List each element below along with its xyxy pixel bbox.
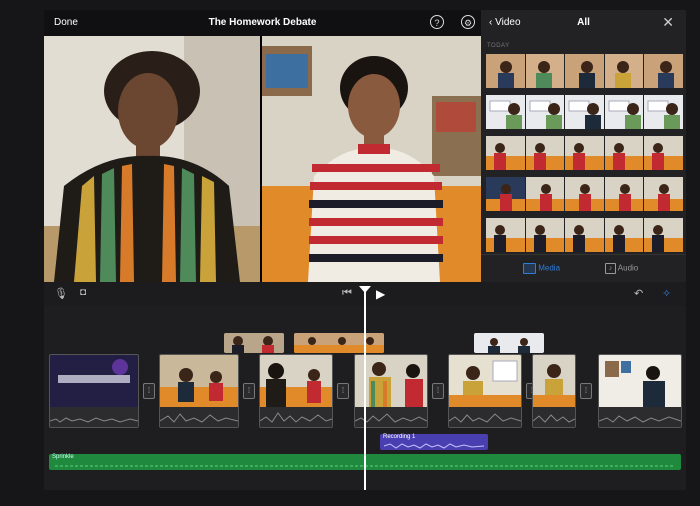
thumbnail-row[interactable]	[486, 177, 683, 211]
thumbnail[interactable]	[525, 218, 565, 252]
cutaway-clip[interactable]	[294, 333, 384, 353]
thumbnail[interactable]	[565, 95, 604, 129]
viewer-right-pane	[262, 36, 481, 282]
thumbnail[interactable]	[525, 136, 565, 170]
video-clip[interactable]	[448, 354, 522, 428]
thumbnail[interactable]	[604, 218, 644, 252]
transition-button[interactable]: ⁞	[143, 383, 155, 399]
video-clip[interactable]	[259, 354, 333, 428]
thumbnail[interactable]	[604, 95, 644, 129]
audio-waveform	[449, 407, 521, 427]
audio-waveform	[160, 407, 238, 427]
thumbnail[interactable]	[486, 177, 525, 211]
recording-waveform	[384, 443, 484, 449]
microphone-icon[interactable]: 🎙	[54, 287, 68, 300]
thumbnail[interactable]	[604, 177, 644, 211]
tab-audio[interactable]: ♪ Audio	[605, 263, 638, 274]
category-title: All	[577, 17, 590, 28]
thumbnail[interactable]	[644, 95, 683, 129]
media-browser-tabs: Media ♪ Audio	[481, 254, 686, 283]
tab-media[interactable]: Media	[523, 263, 560, 274]
thumbnail[interactable]	[604, 136, 644, 170]
media-browser: ‹ Video All ✕ TODAY Media ♪ Audio	[481, 10, 686, 282]
undo-icon[interactable]: ↶	[634, 287, 643, 300]
transition-button[interactable]: ⁞	[243, 383, 255, 399]
thumbnail[interactable]	[525, 54, 565, 88]
audio-waveform	[50, 407, 138, 427]
section-label: TODAY	[487, 43, 510, 49]
thumbnail[interactable]	[565, 218, 604, 252]
audio-waveform	[260, 407, 332, 427]
thumbnail-row[interactable]	[486, 218, 683, 252]
viewer-left-pane	[44, 36, 260, 282]
clip-thumbnail	[160, 355, 238, 407]
thumbnail[interactable]	[644, 218, 683, 252]
video-clip[interactable]	[598, 354, 682, 428]
thumbnail[interactable]	[486, 54, 525, 88]
thumbnail[interactable]	[525, 95, 565, 129]
thumbnail[interactable]	[486, 95, 525, 129]
video-clip[interactable]	[49, 354, 139, 428]
clip-thumbnail	[260, 355, 332, 407]
thumbnail[interactable]	[644, 54, 683, 88]
cutaway-clip[interactable]	[474, 333, 544, 353]
girl-speaker-image	[262, 36, 481, 282]
thumbnail[interactable]	[565, 54, 604, 88]
thumbnail-row[interactable]	[486, 136, 683, 170]
video-clip[interactable]	[159, 354, 239, 428]
top-bar: Done The Homework Debate ? ⚙	[44, 10, 481, 36]
video-viewer[interactable]	[44, 36, 481, 282]
playhead[interactable]	[364, 292, 366, 490]
thumbnail[interactable]	[565, 177, 604, 211]
skip-to-start-icon[interactable]: ⏮	[342, 287, 352, 300]
camera-icon[interactable]: ◘	[80, 287, 86, 298]
thumbnail[interactable]	[486, 136, 525, 170]
thumbnail[interactable]	[486, 218, 525, 252]
clip-thumbnail	[599, 355, 681, 407]
play-icon[interactable]: ▶	[376, 287, 385, 301]
woman-speaker-image	[44, 36, 260, 282]
settings-icon[interactable]: ⚙	[461, 15, 475, 29]
clip-thumbnail	[449, 355, 521, 407]
video-clip[interactable]	[532, 354, 576, 428]
project-title: The Homework Debate	[208, 17, 317, 28]
voiceover-recording-clip[interactable]: Recording 1	[380, 434, 488, 450]
imovie-window: Done The Homework Debate ? ⚙ ‹ Video All…	[44, 10, 686, 490]
music-note-icon: ♪	[605, 263, 616, 274]
thumbnail[interactable]	[644, 177, 683, 211]
thumbnail[interactable]	[644, 136, 683, 170]
clip-thumbnail	[533, 355, 575, 407]
transition-button[interactable]: ⁞	[337, 383, 349, 399]
thumbnail-row[interactable]	[486, 95, 683, 129]
media-browser-header: ‹ Video All ✕	[481, 10, 686, 36]
cutaway-clip[interactable]	[224, 333, 284, 353]
thumbnail[interactable]	[565, 136, 604, 170]
audio-waveform	[533, 407, 575, 427]
film-icon	[523, 263, 536, 274]
thumbnail[interactable]	[604, 54, 644, 88]
transition-button[interactable]: ⁞	[580, 383, 592, 399]
thumbnail[interactable]	[525, 177, 565, 211]
thumbnail-row[interactable]	[486, 54, 683, 88]
audio-settings-icon[interactable]: ✧	[662, 287, 671, 300]
transition-button[interactable]: ⁞	[432, 383, 444, 399]
clip-thumbnail	[50, 355, 138, 407]
help-icon[interactable]: ?	[430, 15, 444, 29]
audio-waveform	[599, 407, 681, 427]
close-icon[interactable]: ✕	[662, 14, 674, 31]
